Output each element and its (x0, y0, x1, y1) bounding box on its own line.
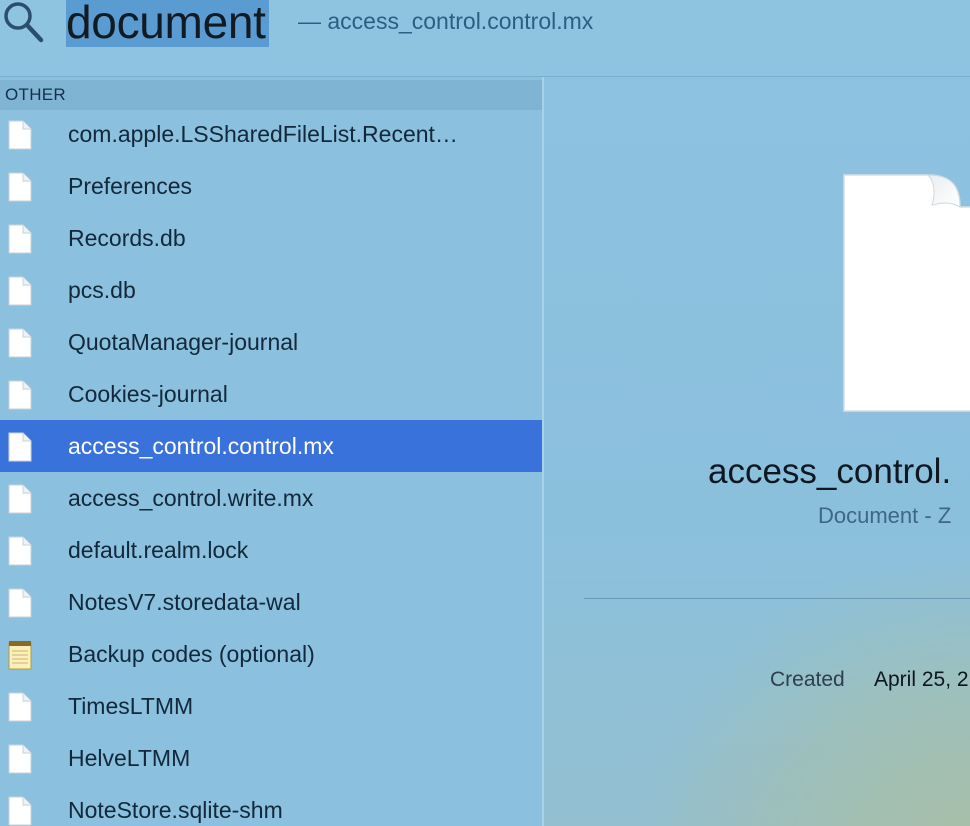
list-item-label: access_control.control.mx (68, 433, 334, 459)
list-item[interactable]: access_control.write.mx (0, 472, 542, 524)
document-icon (8, 224, 32, 254)
section-header-other: OTHER (0, 80, 542, 110)
list-item[interactable]: com.apple.LSSharedFileList.Recent… (0, 108, 542, 160)
list-item[interactable]: Records.db (0, 212, 542, 264)
preview-file-kind: Document - Z (818, 503, 952, 528)
search-icon (4, 2, 44, 43)
notepad-icon (8, 640, 32, 670)
list-item-label: Backup codes (optional) (68, 641, 315, 667)
list-item[interactable]: NoteStore.sqlite-shm (0, 784, 542, 826)
list-item-label: default.realm.lock (68, 537, 249, 563)
list-item-label: HelveLTMM (68, 745, 191, 771)
list-item[interactable]: TimesLTMM (0, 680, 542, 732)
list-item[interactable]: HelveLTMM (0, 732, 542, 784)
list-item-label: TimesLTMM (68, 693, 194, 719)
preview-divider (584, 598, 970, 599)
list-item-selected[interactable]: access_control.control.mx (0, 420, 542, 472)
document-preview-icon (843, 174, 970, 412)
list-item[interactable]: QuotaManager-journal (0, 316, 542, 368)
list-item-label: com.apple.LSSharedFileList.Recent… (68, 121, 458, 147)
document-icon (8, 588, 32, 618)
spotlight-window: document — access_control.control.mx OTH… (0, 0, 970, 826)
results-list[interactable]: OTHER com.apple.LSSharedFileList.Recent…… (0, 77, 542, 826)
list-item-label: Cookies-journal (68, 381, 228, 407)
search-query-text[interactable]: document (66, 0, 269, 47)
document-icon (8, 380, 32, 410)
list-item[interactable]: Backup codes (optional) (0, 628, 542, 680)
list-item-label: NotesV7.storedata-wal (68, 589, 301, 615)
document-icon (8, 484, 32, 514)
document-icon (8, 276, 32, 306)
document-icon (8, 328, 32, 358)
document-icon (8, 172, 32, 202)
list-item[interactable]: default.realm.lock (0, 524, 542, 576)
search-bar[interactable]: document — access_control.control.mx (0, 0, 970, 76)
list-item[interactable]: Preferences (0, 160, 542, 212)
list-item-label: access_control.write.mx (68, 485, 314, 511)
document-icon (8, 120, 32, 150)
created-label: Created (770, 668, 845, 691)
list-item-label: QuotaManager-journal (68, 329, 299, 355)
list-item-label: pcs.db (68, 277, 136, 303)
document-icon (8, 536, 32, 566)
search-subtitle: — access_control.control.mx (298, 8, 594, 34)
created-value: April 25, 2 (874, 668, 969, 691)
list-item[interactable]: NotesV7.storedata-wal (0, 576, 542, 628)
list-item-label: NoteStore.sqlite-shm (68, 797, 283, 823)
list-item-label: Preferences (68, 173, 193, 199)
document-icon (8, 744, 32, 774)
list-item[interactable]: pcs.db (0, 264, 542, 316)
preview-pane: access_control. Document - Z Created Apr… (544, 77, 970, 826)
document-icon (8, 796, 32, 826)
document-icon (8, 432, 32, 462)
list-item[interactable]: Cookies-journal (0, 368, 542, 420)
list-item-label: Records.db (68, 225, 186, 251)
preview-file-name: access_control. (708, 452, 952, 491)
document-icon (8, 692, 32, 722)
